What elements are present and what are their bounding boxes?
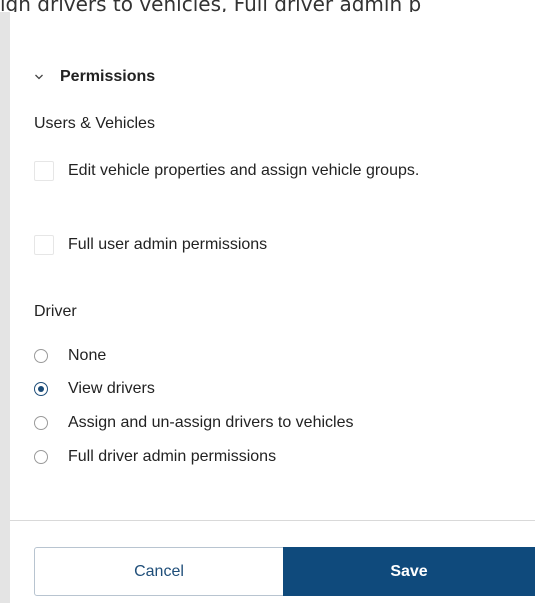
permissions-panel: ign drivers to vehicles, Full driver adm… [0,0,535,603]
section-title: Permissions [60,68,156,85]
checkbox-label: Edit vehicle properties and assign vehic… [68,162,420,179]
driver-group-label: Driver [34,303,77,320]
footer-divider [10,520,535,521]
radio-row-view-drivers[interactable]: View drivers [34,379,155,399]
radio-row-none[interactable]: None [34,346,106,366]
chevron-down-icon[interactable] [34,72,44,82]
permissions-section-header[interactable]: Permissions [34,67,155,87]
left-edge-strip [0,0,10,603]
edit-vehicle-checkbox[interactable] [34,161,54,181]
radio-label: None [68,347,107,364]
full-user-admin-checkbox[interactable] [34,235,54,255]
checkbox-label: Full user admin permissions [68,236,268,253]
users-vehicles-group-label: Users & Vehicles [34,115,155,132]
radio-none[interactable] [34,349,48,363]
cancel-button[interactable]: Cancel [34,547,284,596]
radio-label: View drivers [68,380,155,397]
radio-row-assign-drivers[interactable]: Assign and un-assign drivers to vehicles [34,413,353,433]
radio-label: Assign and un-assign drivers to vehicles [68,414,354,431]
checkbox-row-edit-vehicle[interactable]: Edit vehicle properties and assign vehic… [34,161,488,184]
save-button[interactable]: Save [283,547,535,596]
radio-row-full-driver-admin[interactable]: Full driver admin permissions [34,447,276,467]
radio-full-driver-admin[interactable] [34,450,48,464]
radio-label: Full driver admin permissions [68,448,277,465]
checkbox-row-full-user-admin[interactable]: Full user admin permissions [34,235,488,258]
radio-view-drivers[interactable] [34,382,48,396]
truncated-summary-text: ign drivers to vehicles, Full driver adm… [0,0,535,12]
radio-assign-drivers[interactable] [34,416,48,430]
